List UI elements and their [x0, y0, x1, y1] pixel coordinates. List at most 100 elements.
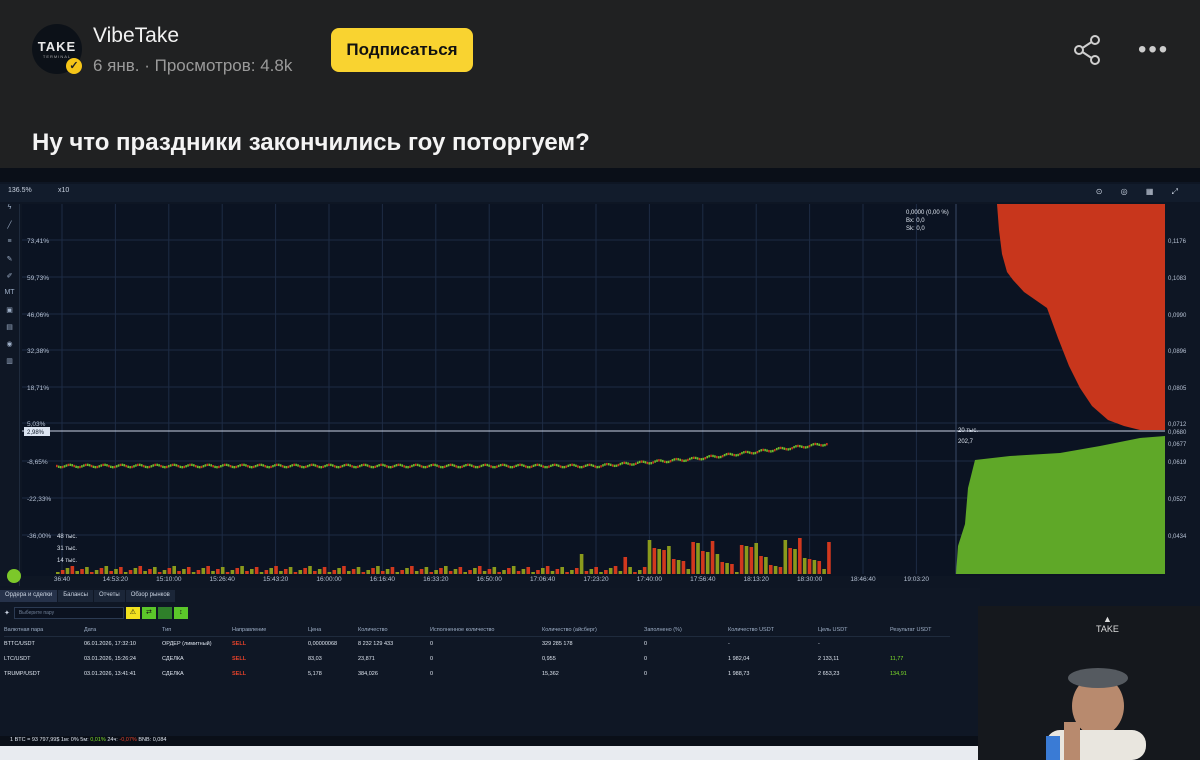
orders-col-header[interactable]: Количество (айсберг) — [542, 625, 644, 637]
orders-col-header[interactable]: Дата — [84, 625, 162, 637]
price-candle — [330, 463, 332, 467]
price-candle — [602, 464, 604, 467]
price-candle — [453, 464, 456, 467]
price-candle — [534, 463, 537, 467]
price-candle — [314, 464, 317, 467]
orders-col-header[interactable]: Направление — [232, 625, 308, 637]
price-candle — [660, 459, 662, 462]
filter-warning-button[interactable]: ⚠ — [125, 607, 140, 619]
volume-bar — [487, 569, 492, 574]
subscribe-button[interactable]: Подписаться — [331, 28, 473, 72]
orders-col-header[interactable]: Количество USDT — [728, 625, 818, 637]
price-candle — [627, 462, 629, 465]
orders-col-header[interactable]: Валютная пара — [4, 625, 84, 637]
price-candle — [221, 464, 224, 467]
filter-pair-button[interactable]: ⇄ — [141, 607, 156, 619]
price-candle — [150, 465, 153, 468]
volume-bar — [216, 569, 220, 574]
price-candle — [146, 465, 149, 469]
volume-bar — [671, 559, 676, 574]
price-candle — [67, 463, 70, 467]
price-candle — [503, 463, 506, 467]
volume-bar — [283, 569, 288, 574]
orders-tab-1[interactable]: Балансы — [58, 590, 93, 602]
filter-sort-button[interactable]: ↕ — [173, 607, 188, 619]
price-candle — [804, 446, 807, 449]
orders-col-header[interactable]: Исполненное количество — [430, 625, 542, 637]
volume-bar — [744, 546, 749, 574]
orders-cell-filled_pct: 0 — [644, 640, 648, 647]
price-candle — [179, 465, 182, 469]
price-candle — [92, 465, 95, 469]
volume-bar — [361, 572, 366, 574]
volume-bar — [448, 571, 453, 574]
price-candle — [517, 463, 519, 467]
orders-cell-dir: SELL — [232, 670, 247, 677]
price-candle — [785, 448, 788, 451]
filter-blank-button[interactable] — [157, 607, 172, 619]
volume-bar — [186, 567, 191, 574]
price-candle — [301, 465, 303, 469]
orderbook-info: 0,0000 (0,00 %) — [906, 210, 949, 216]
price-candle — [673, 458, 676, 461]
price-candle — [117, 464, 120, 467]
price-candle — [544, 465, 546, 469]
pin-icon[interactable]: ✦ — [4, 609, 10, 617]
price-candle — [272, 464, 274, 468]
price-chart[interactable]: 36:40 14:53:20 15:10:00 15:26:40 15:43:20 16:… — [0, 168, 1200, 588]
price-candle — [362, 463, 365, 467]
orders-col-header[interactable]: Результат USDT — [890, 625, 950, 637]
orders-col-header[interactable]: Тип — [162, 625, 232, 637]
orders-tab-3[interactable]: Обзор рынков — [125, 590, 175, 602]
price-candle — [716, 455, 718, 459]
price-candle — [671, 459, 674, 462]
price-candle — [173, 463, 176, 467]
price-candle — [191, 463, 193, 467]
price-candle — [152, 464, 155, 467]
orders-tab-0[interactable]: Ордера и сделки — [0, 590, 58, 602]
volume-bar — [516, 571, 521, 574]
volume-bar — [720, 562, 725, 574]
price-candle — [83, 464, 85, 467]
orders-col-header[interactable]: Цель USDT — [818, 625, 890, 637]
orders-col-header[interactable]: Количество — [358, 625, 430, 637]
terminal-logo-button — [7, 569, 21, 583]
price-candle — [258, 463, 261, 467]
price-candle — [455, 465, 458, 468]
status-24h-label: 24ч: — [107, 737, 118, 743]
price-candle — [247, 465, 249, 468]
orders-tab-2[interactable]: Отчеты — [93, 590, 125, 602]
more-options-icon[interactable]: ••• — [1138, 38, 1169, 62]
price-candle — [135, 464, 137, 467]
volume-bar — [526, 567, 531, 574]
volume-bar — [327, 572, 332, 574]
price-candle — [797, 444, 799, 448]
orderbook-info: Вх: 0,0 — [906, 218, 925, 224]
price-candle — [609, 463, 612, 467]
channel-name[interactable]: VibeTake — [93, 24, 179, 48]
price-candle — [731, 453, 734, 456]
orders-col-header[interactable]: Заполнено (%) — [644, 625, 728, 637]
pair-select[interactable]: Выберите пару — [13, 607, 124, 619]
price-candle — [669, 460, 672, 463]
price-candle — [304, 465, 307, 469]
price-candle — [140, 464, 143, 467]
price-candle — [335, 465, 338, 469]
price-candle — [75, 465, 77, 468]
price-candle — [395, 464, 398, 467]
orders-cell-date: 06.01.2026, 17:32:10 — [84, 640, 136, 647]
volume-bar — [293, 572, 298, 574]
price-candle — [306, 464, 309, 468]
price-candle — [459, 465, 461, 469]
orders-col-header[interactable]: Цена — [308, 625, 358, 637]
orders-row[interactable]: LTC/USDT 03.01.2026, 15:26:24 СДЕЛКА SELL 83… — [4, 651, 950, 666]
share-icon[interactable] — [1072, 34, 1104, 66]
y-tick-label-right: 0,1176 — [1168, 239, 1187, 245]
volume-bar — [817, 561, 822, 574]
price-candle — [513, 465, 516, 468]
price-candle — [110, 465, 112, 469]
orders-row[interactable]: TRUMP/USDT 03.01.2026, 13:41:41 СДЕЛКА SELL… — [4, 666, 950, 681]
price-candle — [343, 464, 346, 467]
orders-row[interactable]: BTTC/USDT 06.01.2026, 17:32:10 ОРДЕР (лими… — [4, 636, 950, 651]
price-candle — [619, 462, 622, 466]
